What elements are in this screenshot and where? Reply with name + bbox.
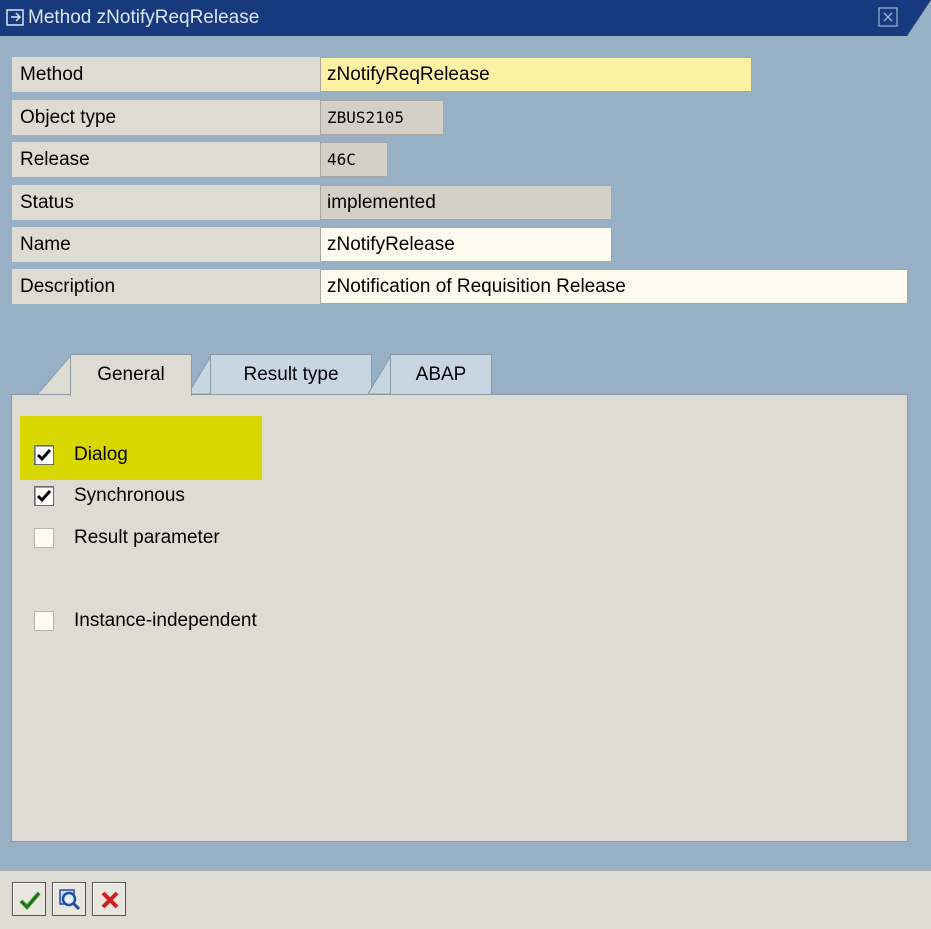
button-bar (0, 870, 931, 929)
dialog-label: Dialog (74, 444, 128, 465)
synchronous-label: Synchronous (74, 485, 185, 506)
cancel-x-icon (101, 891, 119, 909)
name-field[interactable]: zNotifyRelease (320, 227, 612, 262)
object-type-label: Object type (12, 100, 320, 135)
method-field[interactable]: zNotifyReqRelease (320, 57, 752, 92)
object-type-field: ZBUS2105 (320, 100, 444, 135)
magnifier-icon (59, 889, 81, 911)
name-label: Name (12, 227, 320, 262)
method-label: Method (12, 57, 320, 92)
release-field: 46C (320, 142, 388, 177)
result-parameter-checkbox[interactable] (34, 528, 54, 548)
cancel-button[interactable] (92, 882, 126, 916)
synchronous-checkbox[interactable] (34, 486, 54, 506)
status-label: Status (12, 185, 320, 220)
instance-independent-checkbox[interactable] (34, 611, 54, 631)
description-label: Description (12, 269, 320, 304)
tab-general[interactable]: General (70, 354, 192, 396)
release-label: Release (12, 142, 320, 177)
dialog-highlight (20, 416, 262, 480)
confirm-button[interactable] (12, 882, 46, 916)
tab-result-type[interactable]: Result type (210, 354, 372, 394)
checkmark-icon (36, 449, 52, 462)
check-button[interactable] (52, 882, 86, 916)
title-bar: Method zNotifyReqRelease (0, 0, 931, 36)
result-parameter-label: Result parameter (74, 527, 220, 548)
close-icon[interactable] (878, 7, 898, 27)
checkmark-icon (36, 490, 52, 503)
instance-independent-label: Instance-independent (74, 610, 257, 631)
description-field[interactable]: zNotification of Requisition Release (320, 269, 908, 304)
method-dialog: Method zNotifyReqRelease Method zNotifyR… (0, 0, 931, 929)
tab-edge (368, 354, 392, 394)
tab-strip: General Result type ABAP (0, 354, 931, 396)
tab-edge (36, 354, 72, 396)
checkmark-icon (19, 891, 41, 910)
status-field: implemented (320, 185, 612, 220)
window-title: Method zNotifyReqRelease (28, 7, 260, 28)
window-menu-icon[interactable] (6, 9, 24, 26)
dialog-checkbox[interactable] (34, 445, 54, 465)
tab-abap[interactable]: ABAP (390, 354, 492, 394)
